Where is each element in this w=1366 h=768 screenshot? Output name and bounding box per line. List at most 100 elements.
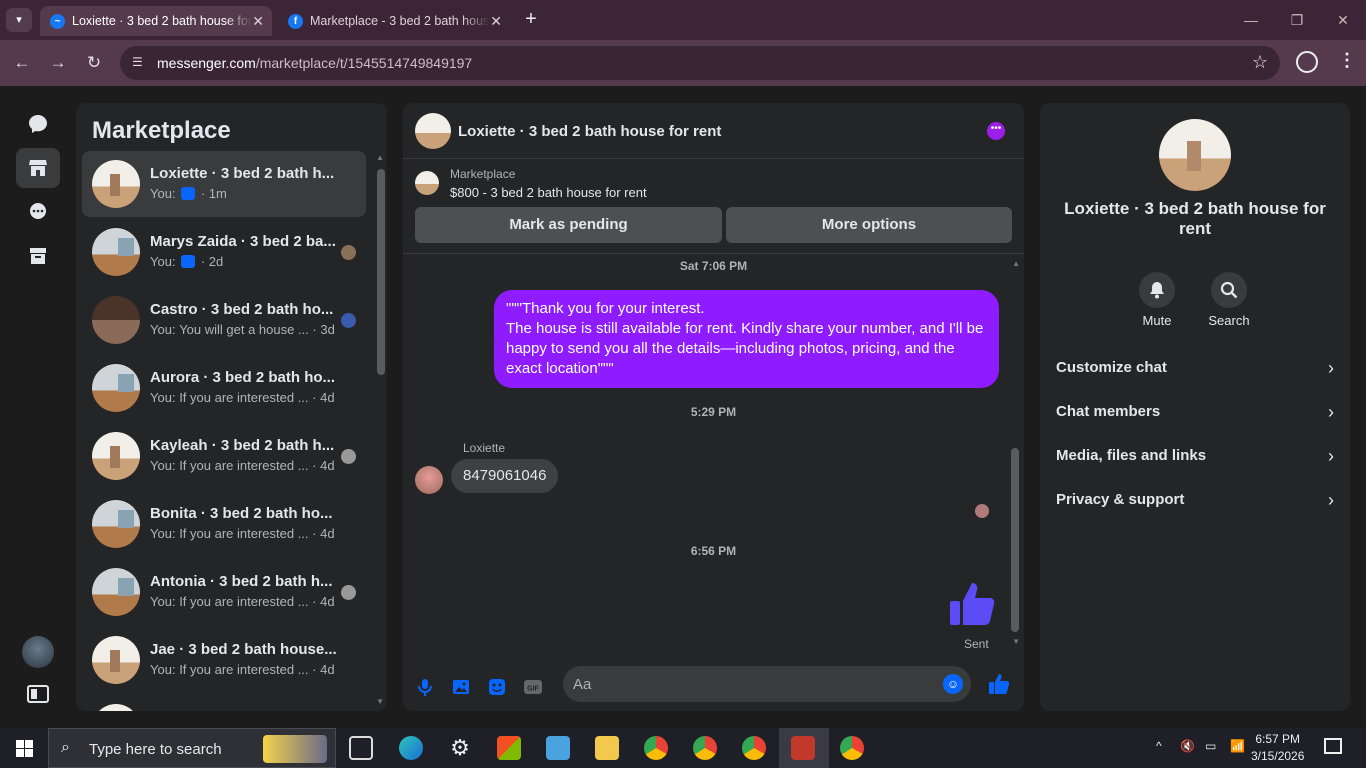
taskbar-clock[interactable]: 6:57 PM 3/15/2026	[1251, 731, 1304, 765]
list-item[interactable]: Loxiette · 3 bed 2 bath h... You: · 1m	[82, 151, 366, 217]
gif-icon[interactable]: GIF	[523, 677, 543, 697]
reload-button[interactable]: ↻	[82, 52, 106, 76]
search-label[interactable]: Search	[1199, 313, 1259, 328]
like-icon	[181, 187, 196, 200]
close-tab-icon[interactable]: ✕	[252, 6, 264, 36]
edge-icon[interactable]	[399, 736, 423, 760]
listing-title[interactable]: $800 - 3 bed 2 bath house for rent	[450, 185, 647, 200]
conversation-title: Marys Zaida · 3 bed 2 ba...	[150, 233, 336, 250]
outgoing-message[interactable]: """Thank you for your interest. The hous…	[494, 290, 999, 388]
bookmark-star-icon[interactable]: ☆	[1252, 52, 1268, 73]
chevron-right-icon: ›	[1328, 358, 1334, 378]
marketplace-icon[interactable]	[16, 148, 60, 188]
site-settings-icon[interactable]: ☰	[132, 55, 148, 71]
bell-icon[interactable]	[1139, 272, 1175, 308]
archive-icon[interactable]	[16, 236, 60, 276]
list-item[interactable]: Jae · 3 bed 2 bath house... You: If you …	[82, 627, 366, 693]
timestamp: 6:56 PM	[690, 544, 737, 558]
list-item[interactable]	[82, 695, 366, 711]
incoming-message[interactable]: 8479061046	[451, 459, 559, 493]
close-window-button[interactable]: ✕	[1328, 8, 1358, 32]
sidebar-toggle-icon[interactable]	[16, 674, 60, 714]
pc-icon[interactable]	[546, 736, 570, 760]
tray-chevron-icon[interactable]: ^	[1156, 739, 1162, 753]
messenger-icon: ~	[50, 14, 65, 29]
address-bar[interactable]: ☰ messenger.com/marketplace/t/1545514749…	[120, 46, 1280, 80]
store-icon[interactable]	[497, 736, 521, 760]
info-avatar	[1159, 119, 1231, 191]
profile-icon[interactable]	[1296, 51, 1318, 73]
seen-avatar	[341, 585, 356, 600]
battery-icon[interactable]: ▭	[1205, 739, 1216, 753]
conversation-title: Loxiette · 3 bed 2 bath h...	[150, 165, 335, 182]
close-tab-icon[interactable]: ✕	[490, 6, 502, 36]
chat-scrollbar[interactable]	[1011, 448, 1019, 632]
scroll-down-arrow[interactable]: ▼	[376, 697, 384, 706]
browser-menu-icon[interactable]: ⋮	[1338, 50, 1356, 71]
listing-thumbnail	[92, 228, 140, 276]
requests-icon[interactable]	[16, 192, 60, 232]
list-item[interactable]: Kayleah · 3 bed 2 bath h... You: If you …	[82, 423, 366, 489]
conversation-list-panel: Marketplace Loxiette · 3 bed 2 bath h...…	[76, 103, 387, 711]
conversation-title: Antonia · 3 bed 2 bath h...	[150, 573, 333, 590]
tab-marketplace[interactable]: f Marketplace - 3 bed 2 bath house for r…	[278, 6, 510, 36]
forward-button[interactable]: →	[46, 52, 70, 76]
more-options-button[interactable]: More options	[726, 207, 1012, 243]
option-customize-chat[interactable]: Customize chat ›	[1056, 348, 1336, 388]
message-input[interactable]	[573, 666, 933, 702]
user-avatar[interactable]	[22, 636, 54, 668]
mark-pending-button[interactable]: Mark as pending	[415, 207, 722, 243]
windows-start-icon[interactable]	[16, 740, 33, 757]
option-privacy-support[interactable]: Privacy & support ›	[1056, 480, 1336, 520]
minimize-button[interactable]: —	[1236, 8, 1266, 32]
list-item[interactable]: Aurora · 3 bed 2 bath ho... You: If you …	[82, 355, 366, 421]
chrome-profile-icon[interactable]	[693, 736, 717, 760]
listing-thumbnail	[92, 636, 140, 684]
chrome-profile-icon[interactable]	[840, 736, 864, 760]
chat-scroll-up-arrow[interactable]: ▲	[1012, 259, 1020, 268]
chats-icon[interactable]	[16, 104, 60, 144]
file-explorer-icon[interactable]	[595, 736, 619, 760]
option-media-files-links[interactable]: Media, files and links ›	[1056, 436, 1336, 476]
microphone-icon[interactable]	[415, 677, 435, 697]
tab-search-button[interactable]: ▾	[6, 8, 32, 32]
sender-avatar[interactable]	[415, 466, 443, 494]
task-view-icon[interactable]	[349, 736, 373, 760]
list-item[interactable]: Bonita · 3 bed 2 bath ho... You: If you …	[82, 491, 366, 557]
option-chat-members[interactable]: Chat members ›	[1056, 392, 1336, 432]
list-scrollbar[interactable]	[377, 169, 385, 375]
chat-avatar[interactable]	[415, 113, 451, 149]
scroll-up-arrow[interactable]: ▲	[376, 153, 384, 162]
chrome-profile-icon[interactable]	[742, 736, 766, 760]
chrome-icon[interactable]	[644, 736, 668, 760]
url-text[interactable]: messenger.com/marketplace/t/154551474984…	[157, 55, 472, 71]
wifi-icon[interactable]: 📶	[1230, 739, 1245, 753]
list-item[interactable]: Marys Zaida · 3 bed 2 ba... You: · 2d	[82, 219, 366, 285]
snipping-tool-icon[interactable]	[791, 736, 815, 760]
conversation-title: Kayleah · 3 bed 2 bath h...	[150, 437, 335, 454]
chat-scroll-down-arrow[interactable]: ▼	[1012, 637, 1020, 646]
read-receipt-avatar	[975, 504, 989, 518]
listing-avatar	[415, 171, 439, 195]
listing-thumbnail	[92, 364, 140, 412]
send-like-icon[interactable]	[988, 673, 1010, 695]
photo-icon[interactable]	[451, 677, 471, 697]
search-icon[interactable]	[1211, 272, 1247, 308]
notifications-icon[interactable]	[1324, 738, 1342, 754]
list-item[interactable]: Antonia · 3 bed 2 bath h... You: If you …	[82, 559, 366, 625]
restore-button[interactable]: ❐	[1282, 8, 1312, 32]
sticker-icon[interactable]	[487, 677, 507, 697]
more-info-icon[interactable]: •••	[987, 122, 1005, 140]
emoji-icon[interactable]: ☺	[943, 674, 963, 694]
volume-muted-icon[interactable]: 🔇	[1180, 739, 1195, 753]
chat-title[interactable]: Loxiette · 3 bed 2 bath house for rent	[458, 123, 721, 140]
new-tab-button[interactable]: +	[520, 8, 542, 32]
mute-label[interactable]: Mute	[1127, 313, 1187, 328]
option-label: Privacy & support	[1056, 491, 1185, 508]
back-button[interactable]: ←	[10, 52, 34, 76]
tab-title: Marketplace - 3 bed 2 bath house for ren…	[310, 14, 490, 28]
settings-gear-icon[interactable]: ⚙	[448, 736, 472, 760]
taskbar-search[interactable]: ⌕ Type here to search	[48, 728, 336, 768]
list-item[interactable]: Castro · 3 bed 2 bath ho... You: You wil…	[82, 287, 366, 353]
tab-messenger[interactable]: ~ Loxiette · 3 bed 2 bath house for rent…	[40, 6, 272, 36]
